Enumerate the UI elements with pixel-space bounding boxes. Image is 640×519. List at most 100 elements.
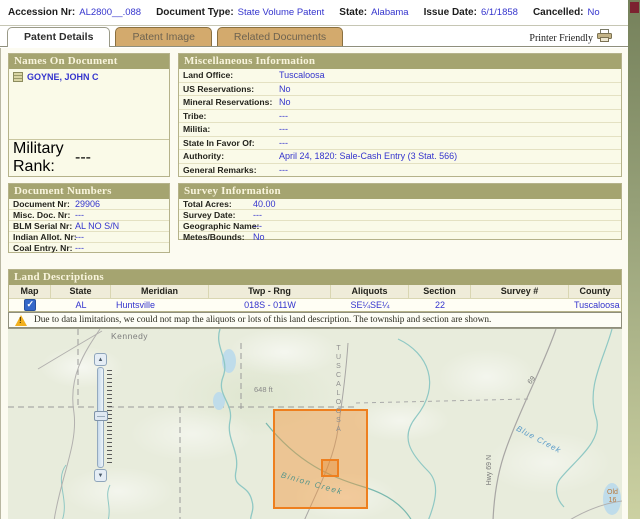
land-office-value: Tuscaloosa (279, 70, 325, 80)
zoom-slider-handle[interactable] (94, 411, 108, 421)
col-state: State (51, 285, 111, 298)
coal-entry-nr-label: Coal Entry. Nr: (13, 243, 75, 253)
document-nr-row: Document Nr: 29906 (9, 199, 169, 209)
metes-bounds-row: Metes/Bounds: No (179, 231, 621, 242)
misc-doc-nr-row: Misc. Doc. Nr: --- (9, 209, 169, 220)
us-reservations-label: US Reservations: (183, 84, 279, 94)
doctype-value: State Volume Patent (238, 7, 325, 18)
tab-related-documents[interactable]: Related Documents (217, 27, 343, 46)
warning-icon (15, 315, 27, 326)
military-rank-value: --- (75, 149, 91, 167)
document-numbers-title: Document Numbers (9, 184, 169, 199)
patent-details-content: Names On Document GOYNE, JOHN C Military… (0, 48, 628, 519)
col-survey-nr: Survey # (471, 285, 569, 298)
document-numbers-rows: Document Nr: 29906 Misc. Doc. Nr: --- BL… (9, 199, 169, 253)
accession-bar: Accession Nr: AL2800__.088 Document Type… (0, 0, 628, 26)
military-rank-label: Military Rank: (13, 140, 75, 176)
warning-text: Due to data limitations, we could not ma… (34, 315, 491, 325)
zoom-in-button[interactable]: ▲ (94, 353, 107, 366)
tab-strip: Patent Details Patent Image Related Docu… (0, 26, 628, 47)
patentee-name-link[interactable]: GOYNE, JOHN C (13, 72, 165, 82)
authority-label: Authority: (183, 151, 279, 161)
total-acres-row: Total Acres: 40.00 (179, 199, 621, 209)
mineral-reservations-label: Mineral Reservations: (183, 97, 279, 107)
metes-bounds-value: No (253, 232, 265, 242)
geographic-name-label: Geographic Name: (183, 221, 253, 231)
coal-entry-nr-value: --- (75, 243, 84, 253)
accession-value: AL2800__.088 (79, 7, 141, 18)
state-label: State: (339, 7, 367, 18)
misc-rows: Land Office: Tuscaloosa US Reservations:… (179, 69, 621, 176)
document-numbers-panel: Document Numbers Document Nr: 29906 Misc… (8, 183, 170, 253)
land-table-header-row: Map State Meridian Twp - Rng Aliquots Se… (9, 285, 621, 298)
survey-information-title: Survey Information (179, 184, 621, 199)
col-section: Section (409, 285, 471, 298)
misc-doc-nr-label: Misc. Doc. Nr: (13, 210, 75, 220)
tribe-value: --- (279, 111, 288, 121)
land-description-map[interactable]: Kennedy TUSCALOOSA 648 ft Binion Creek B… (8, 328, 622, 519)
doctype-field: Document Type: State Volume Patent (156, 7, 324, 18)
map-label-hwy-69: Hwy 69 N (486, 455, 493, 485)
doctype-label: Document Type: (156, 7, 234, 18)
accession-label: Accession Nr: (8, 7, 75, 18)
militia-row: Militia: --- (179, 122, 621, 136)
names-list: GOYNE, JOHN C (9, 69, 169, 139)
meridian-cell: Huntsville (111, 299, 209, 312)
issue-date-field: Issue Date: 6/1/1858 (424, 7, 518, 18)
survey-date-value: --- (253, 210, 262, 220)
indian-allot-nr-label: Indian Allot. Nr: (13, 232, 75, 242)
map-zoom-slider: ▲ ▼ (94, 353, 114, 483)
militia-value: --- (279, 124, 288, 134)
printer-friendly-link[interactable]: Printer Friendly (529, 29, 612, 47)
total-acres-value: 40.00 (253, 199, 276, 209)
section-cell: 22 (409, 299, 471, 312)
tribe-row: Tribe: --- (179, 109, 621, 123)
tab-patent-details[interactable]: Patent Details (7, 27, 110, 47)
section-highlight (321, 459, 339, 477)
blm-serial-nr-value: AL NO S/N (75, 221, 119, 231)
twp-rng-cell: 018S - 011W (209, 299, 331, 312)
survey-information-rows: Total Acres: 40.00 Survey Date: --- Geog… (179, 199, 621, 242)
militia-label: Militia: (183, 124, 279, 134)
metes-bounds-label: Metes/Bounds: (183, 232, 253, 242)
land-descriptions-title: Land Descriptions (9, 270, 621, 285)
us-reservations-row: US Reservations: No (179, 82, 621, 96)
map-label-old-16: Old16 (607, 489, 618, 505)
state-cell: AL (51, 299, 111, 312)
issue-date-label: Issue Date: (424, 7, 477, 18)
printer-friendly-label: Printer Friendly (529, 33, 593, 44)
general-remarks-value: --- (279, 165, 288, 175)
indian-allot-nr-value: --- (75, 232, 84, 242)
blm-serial-nr-label: BLM Serial Nr: (13, 221, 75, 231)
col-map: Map (9, 285, 51, 298)
survey-date-label: Survey Date: (183, 210, 253, 220)
state-in-favor-label: State In Favor Of: (183, 138, 279, 148)
zoom-out-button[interactable]: ▼ (94, 469, 107, 482)
state-value: Alabama (371, 7, 409, 18)
misc-doc-nr-value: --- (75, 210, 84, 220)
tab-patent-image[interactable]: Patent Image (115, 27, 211, 46)
military-rank-row: Military Rank: --- (9, 139, 169, 176)
document-nr-value: 29906 (75, 199, 100, 209)
patentee-name: GOYNE, JOHN C (27, 72, 99, 82)
us-reservations-value: No (279, 84, 291, 94)
mineral-reservations-value: No (279, 97, 291, 107)
geographic-name-row: Geographic Name: --- (179, 220, 621, 231)
survey-date-row: Survey Date: --- (179, 209, 621, 220)
land-descriptions-panel: Land Descriptions Map State Meridian Twp… (8, 269, 622, 312)
mineral-reservations-row: Mineral Reservations: No (179, 95, 621, 109)
map-label-tuscaloosa: TUSCALOOSA (335, 345, 342, 435)
aliquots-cell: SE¼SE¼ (331, 299, 409, 312)
cancelled-label: Cancelled: (533, 7, 584, 18)
tribe-label: Tribe: (183, 111, 279, 121)
printer-icon (597, 29, 612, 47)
cancelled-value: No (588, 7, 600, 18)
authority-row: Authority: April 24, 1820: Sale-Cash Ent… (179, 149, 621, 163)
authority-value: April 24, 1820: Sale-Cash Entry (3 Stat.… (279, 151, 457, 161)
land-office-row: Land Office: Tuscaloosa (179, 69, 621, 82)
indian-allot-nr-row: Indian Allot. Nr: --- (9, 231, 169, 242)
names-panel-title: Names On Document (9, 54, 169, 69)
township-highlight (273, 409, 368, 509)
document-nr-label: Document Nr: (13, 199, 75, 209)
map-checkbox[interactable] (24, 299, 36, 311)
